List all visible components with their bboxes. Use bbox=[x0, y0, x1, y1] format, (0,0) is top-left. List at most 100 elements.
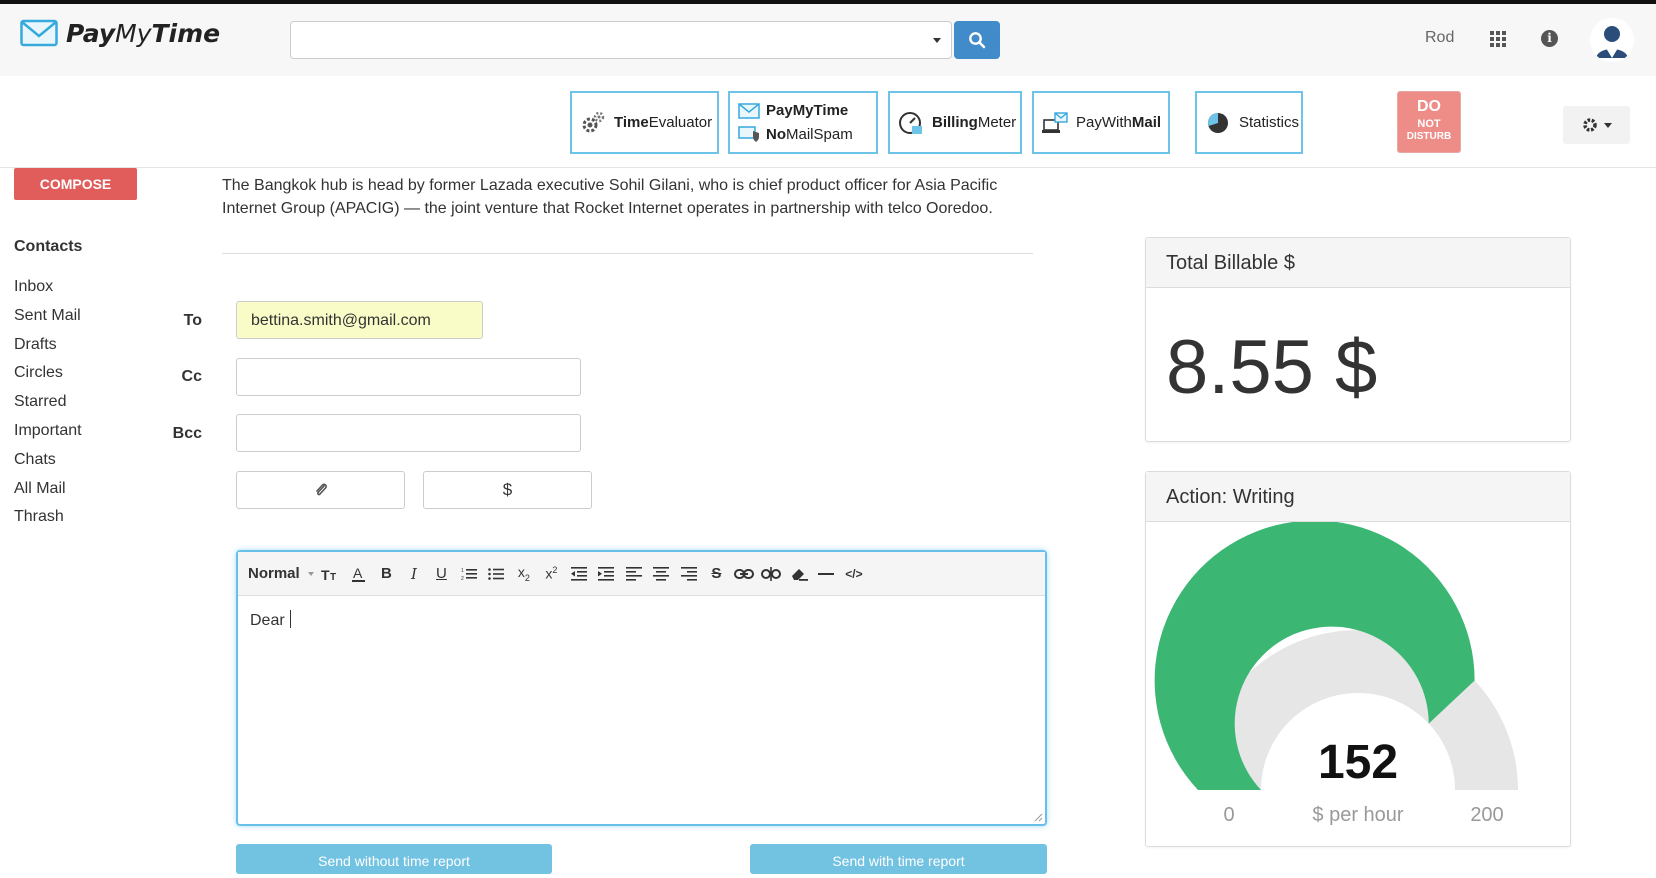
pie-chart-icon bbox=[1208, 112, 1228, 133]
text-cursor bbox=[290, 610, 292, 628]
message-body-text: Dear bbox=[250, 612, 290, 629]
app-statistics[interactable]: Statistics bbox=[1195, 91, 1303, 154]
top-navbar: PayMyTime Rod i bbox=[0, 4, 1656, 76]
sidebar-item-important[interactable]: Important bbox=[14, 421, 82, 450]
chevron-down-icon bbox=[307, 571, 314, 576]
info-icon[interactable]: i bbox=[1541, 30, 1558, 47]
laptop-mail-icon bbox=[1042, 111, 1068, 133]
user-name[interactable]: Rod bbox=[1425, 29, 1454, 47]
search-input[interactable] bbox=[290, 21, 952, 59]
sidebar-item-all-mail[interactable]: All Mail bbox=[14, 479, 82, 508]
sidebar-item-drafts[interactable]: Drafts bbox=[14, 335, 82, 364]
dnd-line-3: DISTURB bbox=[1406, 131, 1452, 142]
paperclip-icon bbox=[315, 483, 327, 496]
italic-icon[interactable]: I bbox=[400, 562, 428, 586]
dnd-line-2: NOT bbox=[1417, 118, 1441, 130]
do-not-disturb-button[interactable]: DO NOT DISTURB bbox=[1397, 91, 1461, 153]
gauge-unit-label: $ per hour bbox=[1312, 804, 1404, 826]
app-logo[interactable]: PayMyTime bbox=[20, 18, 220, 48]
dnd-line-1: DO bbox=[1417, 98, 1441, 115]
compose-button[interactable]: COMPOSE bbox=[14, 168, 137, 200]
apps-grid-icon[interactable] bbox=[1490, 31, 1506, 47]
bcc-field[interactable] bbox=[236, 414, 581, 452]
message-editor[interactable]: Normal TT A B I U 12 x2 x2 S </> Dear bbox=[236, 550, 1047, 826]
bullet-list-icon[interactable] bbox=[483, 562, 511, 586]
envelope-icon bbox=[738, 102, 760, 119]
eraser-icon[interactable] bbox=[785, 562, 813, 586]
cc-label: Cc bbox=[181, 368, 202, 385]
code-view-icon[interactable]: </> bbox=[840, 562, 868, 586]
gear-icon bbox=[1582, 118, 1597, 132]
quoted-article-text: The Bangkok hub is head by former Lazada… bbox=[222, 177, 998, 217]
app-time-evaluator[interactable]: TimeEvaluator bbox=[570, 91, 719, 154]
align-right-icon[interactable] bbox=[675, 562, 703, 586]
sidebar-item-chats[interactable]: Chats bbox=[14, 450, 82, 479]
sidebar-item-starred[interactable]: Starred bbox=[14, 392, 82, 421]
sidebar-item-thrash[interactable]: Thrash bbox=[14, 507, 82, 536]
search-button[interactable] bbox=[954, 21, 1000, 59]
send-with-time-report-button[interactable]: Send with time report bbox=[750, 844, 1047, 874]
align-left-icon[interactable] bbox=[620, 562, 648, 586]
send-without-time-report-button[interactable]: Send without time report bbox=[236, 844, 552, 874]
cc-field[interactable] bbox=[236, 358, 581, 396]
search-dropdown-caret-icon[interactable] bbox=[933, 38, 941, 43]
underline-icon[interactable]: U bbox=[428, 562, 456, 586]
dollar-label: $ bbox=[502, 480, 513, 499]
action-panel: Action: Writing 152 0 $ per hour 200 bbox=[1145, 471, 1571, 847]
app-pay-with-mail-label: PayWithMail bbox=[1076, 114, 1162, 131]
app-logo-text: PayMyTime bbox=[66, 18, 221, 48]
user-avatar-icon bbox=[1596, 26, 1628, 58]
total-billable-title: Total Billable $ bbox=[1146, 238, 1570, 288]
svg-text:1: 1 bbox=[461, 568, 464, 574]
app-statistics-label: Statistics bbox=[1239, 114, 1300, 131]
app-billing-meter[interactable]: BillingMeter bbox=[888, 91, 1022, 154]
settings-dropdown-button[interactable] bbox=[1563, 106, 1630, 144]
sidebar-item-inbox[interactable]: Inbox bbox=[14, 277, 82, 306]
ordered-list-icon[interactable]: 12 bbox=[455, 562, 483, 586]
to-field-value: bettina.smith@gmail.com bbox=[251, 312, 431, 329]
app-nomailspam-label: NoMailSpam bbox=[766, 125, 853, 143]
gauge-max-label: 200 bbox=[1470, 804, 1503, 826]
strikethrough-icon[interactable]: S bbox=[703, 562, 731, 586]
total-billable-value: 8.55 $ bbox=[1166, 325, 1378, 410]
sidebar-item-sent-mail[interactable]: Sent Mail bbox=[14, 306, 82, 335]
svg-text:T: T bbox=[330, 572, 336, 582]
superscript-icon[interactable]: x2 bbox=[538, 562, 566, 586]
to-field[interactable]: bettina.smith@gmail.com bbox=[236, 301, 483, 339]
bold-icon[interactable]: B bbox=[373, 562, 401, 586]
bcc-label: Bcc bbox=[172, 425, 202, 442]
gauge-value: 152 bbox=[1318, 736, 1398, 789]
indent-icon[interactable] bbox=[593, 562, 621, 586]
link-icon[interactable] bbox=[730, 562, 758, 586]
contacts-heading[interactable]: Contacts bbox=[14, 238, 82, 256]
chevron-down-icon bbox=[1603, 122, 1612, 128]
sidebar-item-circles[interactable]: Circles bbox=[14, 363, 82, 392]
gears-icon bbox=[582, 111, 605, 132]
align-center-icon[interactable] bbox=[648, 562, 676, 586]
resize-handle-icon[interactable] bbox=[1033, 812, 1043, 822]
app-time-evaluator-label: TimeEvaluator bbox=[614, 114, 713, 131]
font-color-icon[interactable]: A bbox=[345, 562, 373, 586]
paragraph-format-value: Normal bbox=[248, 565, 300, 582]
rate-gauge-chart: 152 0 $ per hour 200 bbox=[1154, 520, 1518, 826]
rate-gauge: 152 0 $ per hour 200 bbox=[1146, 520, 1570, 852]
editor-toolbar: Normal TT A B I U 12 x2 x2 S </> bbox=[238, 552, 1045, 596]
subscript-icon[interactable]: x2 bbox=[510, 562, 538, 586]
svg-text:2: 2 bbox=[461, 576, 464, 581]
to-label: To bbox=[183, 312, 202, 329]
svg-text:A: A bbox=[353, 565, 363, 581]
avatar[interactable] bbox=[1590, 18, 1634, 62]
horizontal-rule-icon[interactable] bbox=[813, 562, 841, 586]
message-body[interactable]: Dear bbox=[238, 596, 1045, 644]
app-pay-with-mail[interactable]: PayWithMail bbox=[1032, 91, 1170, 154]
unlink-icon[interactable] bbox=[758, 562, 786, 586]
outdent-icon[interactable] bbox=[565, 562, 593, 586]
envelope-logo-icon bbox=[20, 19, 58, 47]
attach-button[interactable] bbox=[236, 471, 405, 509]
font-size-icon[interactable]: TT bbox=[318, 562, 346, 586]
app-paymytime-nomailspam[interactable]: PayMyTime NoMailSpam bbox=[728, 91, 878, 154]
add-payment-button[interactable]: $ bbox=[423, 471, 592, 509]
paragraph-format-select[interactable]: Normal bbox=[248, 565, 314, 582]
total-billable-panel: Total Billable $ 8.55 $ bbox=[1145, 237, 1571, 442]
app-paymytime-label: PayMyTime bbox=[766, 102, 849, 119]
